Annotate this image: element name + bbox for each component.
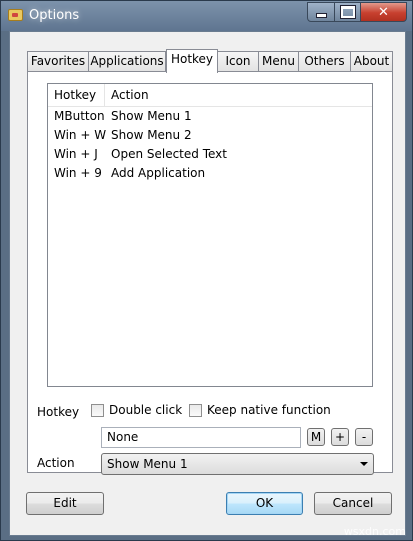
hotkey-tab-panel: Hotkey Action MButton Show Menu 1 Win + … bbox=[27, 71, 393, 475]
row-hotkey: Win + W bbox=[54, 128, 107, 142]
column-header-action[interactable]: Action bbox=[105, 84, 372, 106]
tab-favorites[interactable]: Favorites bbox=[27, 51, 89, 71]
app-folder-icon bbox=[8, 9, 23, 21]
tab-icon[interactable]: Icon bbox=[217, 51, 259, 71]
row-action: Show Menu 1 bbox=[111, 109, 192, 123]
row-action: Show Menu 2 bbox=[111, 128, 192, 142]
watermark: wsxdn.com bbox=[343, 525, 406, 538]
action-select-value: Show Menu 1 bbox=[107, 457, 188, 471]
tab-hotkey[interactable]: Hotkey bbox=[166, 49, 218, 73]
action-label: Action bbox=[37, 456, 75, 470]
hotkey-list-header: Hotkey Action bbox=[48, 84, 372, 107]
tab-others[interactable]: Others bbox=[298, 51, 351, 71]
close-button[interactable]: ✕ bbox=[360, 2, 407, 22]
minimize-button[interactable] bbox=[307, 2, 335, 22]
column-header-hotkey[interactable]: Hotkey bbox=[48, 84, 105, 106]
table-row[interactable]: Win + J Open Selected Text bbox=[48, 145, 372, 164]
tab-about[interactable]: About bbox=[350, 51, 393, 71]
row-hotkey: Win + J bbox=[54, 147, 98, 161]
minimize-icon bbox=[315, 12, 327, 18]
ok-button[interactable]: OK bbox=[226, 492, 303, 515]
double-click-label[interactable]: Double click bbox=[109, 403, 182, 417]
remove-hotkey-button[interactable]: - bbox=[355, 428, 373, 446]
row-action: Open Selected Text bbox=[111, 147, 227, 161]
table-row[interactable]: Win + 9 Add Application bbox=[48, 164, 372, 183]
dialog-client-area: Favorites Applications Hotkey Icon Menu … bbox=[9, 31, 406, 536]
tab-applications[interactable]: Applications bbox=[88, 51, 166, 71]
table-row[interactable]: MButton Show Menu 1 bbox=[48, 107, 372, 126]
add-hotkey-button[interactable]: + bbox=[331, 428, 349, 446]
maximize-button[interactable] bbox=[334, 2, 361, 22]
double-click-checkbox[interactable] bbox=[91, 404, 104, 417]
row-hotkey: MButton bbox=[54, 109, 105, 123]
options-window: Options ✕ Favorites Applications Hotkey … bbox=[0, 0, 413, 541]
row-action: Add Application bbox=[111, 166, 206, 180]
chevron-down-icon bbox=[360, 462, 368, 466]
action-select[interactable]: Show Menu 1 bbox=[101, 453, 374, 475]
hotkey-list[interactable]: Hotkey Action MButton Show Menu 1 Win + … bbox=[47, 83, 373, 387]
row-hotkey: Win + 9 bbox=[54, 166, 102, 180]
hotkey-label: Hotkey bbox=[37, 405, 80, 419]
keep-native-function-checkbox[interactable] bbox=[189, 404, 202, 417]
table-row[interactable]: Win + W Show Menu 2 bbox=[48, 126, 372, 145]
window-title: Options bbox=[29, 8, 80, 23]
hotkey-input[interactable]: None bbox=[101, 427, 301, 448]
mouse-button[interactable]: M bbox=[307, 428, 325, 446]
tab-menu[interactable]: Menu bbox=[258, 51, 299, 71]
title-bar[interactable]: Options ✕ bbox=[1, 1, 412, 31]
close-icon: ✕ bbox=[378, 4, 389, 20]
cancel-button[interactable]: Cancel bbox=[314, 492, 392, 515]
maximize-icon bbox=[339, 5, 356, 19]
keep-native-function-label[interactable]: Keep native function bbox=[207, 403, 331, 417]
edit-button[interactable]: Edit bbox=[26, 492, 104, 515]
